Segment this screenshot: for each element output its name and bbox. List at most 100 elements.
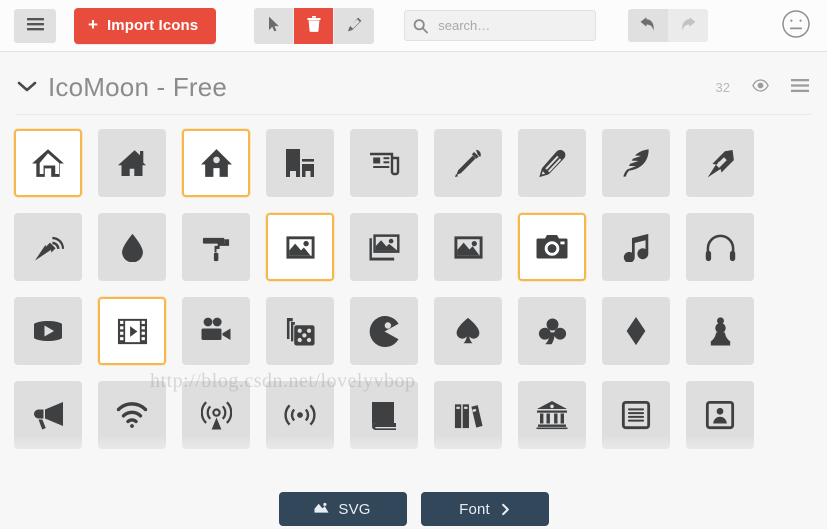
hamburger-icon <box>791 79 809 95</box>
feed-icon <box>284 402 316 428</box>
podcast-icon <box>200 400 232 431</box>
trash-icon <box>307 16 321 35</box>
icon-cell-headphones[interactable] <box>686 213 754 281</box>
spades-icon <box>454 317 482 345</box>
icon-cell-quill[interactable] <box>602 129 670 197</box>
clubs-icon <box>538 317 567 346</box>
icon-cell-pen[interactable] <box>686 129 754 197</box>
icon-cell-spades[interactable] <box>434 297 502 365</box>
music-icon <box>622 233 651 262</box>
headphones-icon <box>705 232 736 263</box>
icon-grid-container: http://blog.csdn.net/lovelyvbop <box>0 115 827 493</box>
plus-icon: + <box>88 15 99 34</box>
home-icon <box>31 146 65 180</box>
icon-cell-podcast[interactable] <box>182 381 250 449</box>
blog-icon <box>33 232 64 263</box>
icon-cell-home3[interactable] <box>182 129 250 197</box>
icon-cell-film[interactable] <box>98 297 166 365</box>
toggle-set-visibility-button[interactable] <box>752 79 769 95</box>
set-options-button[interactable] <box>791 79 809 95</box>
icon-cell-file-picture[interactable] <box>266 465 334 493</box>
search-field[interactable] <box>404 10 597 41</box>
icon-cell-pencil[interactable] <box>434 129 502 197</box>
icon-cell-music[interactable] <box>602 213 670 281</box>
eye-icon <box>752 79 769 95</box>
image-icon <box>285 232 316 263</box>
icon-cell-home[interactable] <box>14 129 82 197</box>
icon-cell-office[interactable] <box>266 129 334 197</box>
bullhorn-icon <box>32 400 64 430</box>
icon-count: 32 <box>715 79 730 95</box>
video-camera-icon <box>200 315 232 347</box>
icon-cell-camera[interactable] <box>518 213 586 281</box>
generate-font-button[interactable]: Font <box>420 492 549 526</box>
icon-cell-dice[interactable] <box>266 297 334 365</box>
select-tool-button[interactable] <box>254 7 295 44</box>
icon-cell-newspaper[interactable] <box>350 129 418 197</box>
delete-tool-button[interactable] <box>294 7 335 44</box>
quill-icon <box>621 148 651 178</box>
undo-arrow-icon <box>640 16 656 35</box>
icon-cell-profile[interactable] <box>686 381 754 449</box>
generate-svg-button[interactable]: SVG <box>278 492 407 526</box>
set-meta: 32 <box>716 79 811 95</box>
icon-cell-files-empty[interactable] <box>98 465 166 493</box>
edit-tool-button[interactable] <box>334 7 375 44</box>
chevron-down-icon <box>16 79 38 96</box>
undo-button[interactable] <box>628 9 669 42</box>
search-input[interactable] <box>404 10 597 41</box>
redo-arrow-icon <box>680 16 696 35</box>
library-icon <box>536 400 568 430</box>
icon-cell-connection[interactable] <box>98 381 166 449</box>
icon-cell-paint-format[interactable] <box>182 213 250 281</box>
icon-cell-file-zip[interactable] <box>602 465 670 493</box>
icon-cell-copy[interactable] <box>686 465 754 493</box>
icon-cell-pacman[interactable] <box>350 297 418 365</box>
main-menu-button[interactable] <box>14 8 56 43</box>
import-icons-label: Import Icons <box>107 17 199 34</box>
icon-cell-images[interactable] <box>350 213 418 281</box>
history-group <box>628 9 709 42</box>
icon-cell-pawn[interactable] <box>686 297 754 365</box>
pen-icon <box>705 148 736 179</box>
pacman-icon <box>369 315 400 347</box>
bottom-action-bar: SVG Font <box>0 492 827 529</box>
icon-cell-image2[interactable] <box>434 213 502 281</box>
icon-cell-clubs[interactable] <box>518 297 586 365</box>
icon-cell-file-text2[interactable] <box>182 465 250 493</box>
icon-cell-pencil2[interactable] <box>518 129 586 197</box>
icon-cell-video-camera[interactable] <box>182 297 250 365</box>
icon-cell-feed[interactable] <box>266 381 334 449</box>
icon-cell-home2[interactable] <box>98 129 166 197</box>
neutral-face-icon <box>781 9 811 42</box>
account-status-button[interactable] <box>777 7 815 45</box>
icon-cell-file-text[interactable] <box>602 381 670 449</box>
icon-cell-diamonds[interactable] <box>602 297 670 365</box>
import-icons-button[interactable]: + Import Icons <box>74 7 217 44</box>
icon-cell-droplet[interactable] <box>98 213 166 281</box>
cursor-icon <box>268 16 280 35</box>
icon-cell-file-music[interactable] <box>350 465 418 493</box>
icon-cell-blog[interactable] <box>14 213 82 281</box>
icon-cell-bullhorn[interactable] <box>14 381 82 449</box>
icon-cell-play[interactable] <box>14 297 82 365</box>
film-icon <box>117 316 148 347</box>
icon-cell-file-video[interactable] <box>518 465 586 493</box>
icon-cell-file-empty[interactable] <box>14 465 82 493</box>
chevron-right-icon <box>501 503 510 516</box>
icon-cell-library[interactable] <box>518 381 586 449</box>
camera-icon <box>536 231 568 263</box>
icon-cell-image[interactable] <box>266 213 334 281</box>
book-icon <box>370 400 398 430</box>
svg-button-label: SVG <box>338 500 371 518</box>
icon-cell-book[interactable] <box>350 381 418 449</box>
pawn-icon <box>707 316 734 347</box>
redo-button[interactable] <box>668 9 709 42</box>
icon-cell-books[interactable] <box>434 381 502 449</box>
connection-icon <box>116 402 148 428</box>
font-button-label: Font <box>459 500 490 518</box>
collapse-set-button[interactable] <box>16 79 48 96</box>
home3-icon <box>200 147 233 180</box>
home2-icon <box>116 147 148 179</box>
icon-cell-file-play[interactable] <box>434 465 502 493</box>
